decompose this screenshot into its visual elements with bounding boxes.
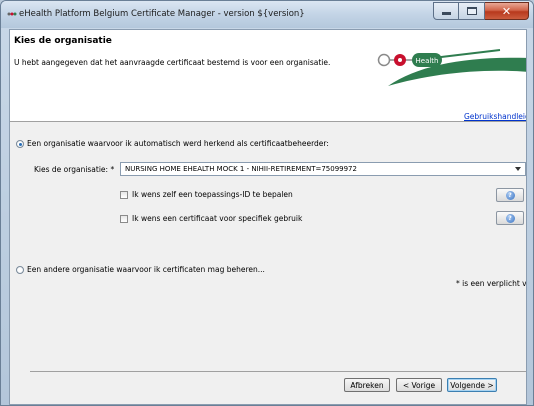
app-id-checkbox[interactable] <box>120 191 128 199</box>
info-icon: ? <box>505 213 515 223</box>
specific-use-checkbox[interactable] <box>120 215 128 223</box>
organisation-dropdown[interactable]: NURSING HOME EHEALTH MOCK 1 - NIHII-RETI… <box>120 162 526 176</box>
info-icon: ? <box>505 190 515 200</box>
application-window: eHealth Platform Belgium Certificate Man… <box>0 0 534 406</box>
title-bar[interactable]: eHealth Platform Belgium Certificate Man… <box>1 1 533 28</box>
minimize-icon <box>441 12 451 15</box>
org-select-label: Kies de organisatie: * <box>34 165 115 174</box>
window-controls: ✕ <box>433 2 529 20</box>
page-title: Kies de organisatie <box>14 36 112 46</box>
close-button[interactable]: ✕ <box>485 2 529 20</box>
required-field-note: * is een verplicht veld <box>456 279 527 288</box>
minimize-button[interactable] <box>433 2 459 20</box>
specific-use-info-button[interactable]: ? <box>496 211 524 225</box>
maximize-button[interactable] <box>459 2 485 20</box>
specific-use-checkbox-label[interactable]: Ik wens een certificaat voor specifiek g… <box>132 214 302 223</box>
app-id-checkbox-label[interactable]: Ik wens zelf een toepassings-ID te bepal… <box>132 190 293 199</box>
window-title: eHealth Platform Belgium Certificate Man… <box>19 9 305 19</box>
auto-org-radio-label[interactable]: Een organisatie waarvoor ik automatisch … <box>27 139 329 148</box>
cancel-button-label: Afbreken <box>350 380 384 390</box>
app-id-info-button[interactable]: ? <box>496 188 524 202</box>
wizard-panel: Kies de organisatie U hebt aangegeven da… <box>9 29 527 405</box>
auto-org-radio[interactable] <box>16 140 24 148</box>
previous-button[interactable]: < Vorige <box>396 378 442 392</box>
user-guide-link[interactable]: Gebruikshandleidi <box>464 112 526 121</box>
chevron-down-icon <box>515 167 521 171</box>
cancel-button[interactable]: Afbreken <box>344 378 390 392</box>
app-icon <box>7 12 17 16</box>
close-icon: ✕ <box>501 4 512 18</box>
ehealth-logo: Health <box>377 49 526 86</box>
other-org-radio-label[interactable]: Een andere organisatie waarvoor ik certi… <box>27 265 265 274</box>
other-org-radio[interactable] <box>16 266 24 274</box>
button-separator <box>30 371 526 372</box>
wizard-header: Kies de organisatie U hebt aangegeven da… <box>10 30 526 122</box>
page-description: U hebt aangegeven dat het aanvraagde cer… <box>14 58 331 67</box>
previous-button-label: < Vorige <box>402 380 436 390</box>
next-button-label: Volgende > <box>450 380 494 390</box>
logo-text: Health <box>416 57 439 65</box>
organisation-dropdown-value: NURSING HOME EHEALTH MOCK 1 - NIHII-RETI… <box>125 165 357 173</box>
next-button[interactable]: Volgende > <box>447 378 497 392</box>
maximize-icon <box>466 7 477 15</box>
